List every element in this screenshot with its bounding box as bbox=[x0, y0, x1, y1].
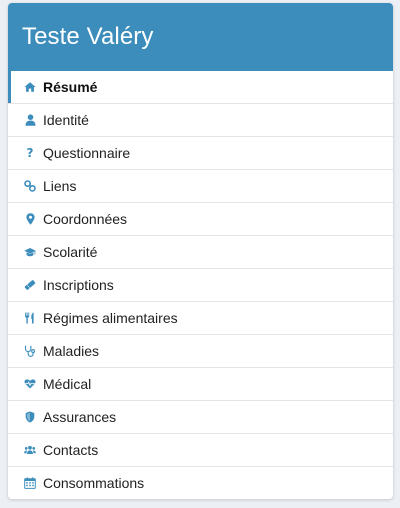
users-icon bbox=[24, 444, 36, 456]
user-icon bbox=[24, 114, 36, 126]
question-icon: ? bbox=[26, 146, 34, 160]
sidebar-item-label: Contacts bbox=[43, 442, 99, 458]
sidebar-item-label: Coordonnées bbox=[43, 211, 128, 227]
sidebar-item-label: Maladies bbox=[43, 343, 100, 359]
sidebar-item-assurances[interactable]: Assurances bbox=[8, 401, 393, 434]
sidebar-menu: Résumé Identité ? Questionnaire Liens Co… bbox=[8, 71, 393, 499]
sidebar-item-questionnaire[interactable]: ? Questionnaire bbox=[8, 137, 393, 170]
sidebar-item-label: Identité bbox=[43, 112, 89, 128]
sidebar-item-regimes-alimentaires[interactable]: Régimes alimentaires bbox=[8, 302, 393, 335]
heartbeat-icon bbox=[24, 378, 36, 390]
sidebar-item-label: Questionnaire bbox=[43, 145, 131, 161]
sidebar-item-label: Résumé bbox=[43, 79, 98, 95]
sidebar-item-contacts[interactable]: Contacts bbox=[8, 434, 393, 467]
sidebar-item-label: Médical bbox=[43, 376, 92, 392]
sidebar-item-label: Consommations bbox=[43, 475, 145, 491]
link-icon bbox=[24, 180, 36, 192]
graduation-cap-icon bbox=[24, 246, 36, 258]
home-icon bbox=[24, 81, 36, 93]
sidebar-item-liens[interactable]: Liens bbox=[8, 170, 393, 203]
family-menu-panel: Teste Valéry Résumé Identité ? Questionn… bbox=[8, 3, 393, 499]
sidebar-item-label: Assurances bbox=[43, 409, 117, 425]
shield-icon bbox=[24, 411, 36, 423]
stethoscope-icon bbox=[24, 345, 36, 357]
sidebar-item-coordonnees[interactable]: Coordonnées bbox=[8, 203, 393, 236]
sidebar-item-inscriptions[interactable]: Inscriptions bbox=[8, 269, 393, 302]
sidebar-item-label: Scolarité bbox=[43, 244, 98, 260]
sidebar-item-identite[interactable]: Identité bbox=[8, 104, 393, 137]
calendar-icon bbox=[24, 477, 36, 489]
utensils-icon bbox=[24, 312, 36, 324]
sidebar-item-medical[interactable]: Médical bbox=[8, 368, 393, 401]
page-title: Teste Valéry bbox=[22, 23, 154, 50]
sidebar-item-label: Inscriptions bbox=[43, 277, 114, 293]
sidebar-item-consommations[interactable]: Consommations bbox=[8, 467, 393, 499]
panel-header: Teste Valéry bbox=[8, 3, 393, 71]
ticket-icon bbox=[24, 279, 36, 291]
map-marker-icon bbox=[24, 213, 36, 225]
sidebar-item-maladies[interactable]: Maladies bbox=[8, 335, 393, 368]
sidebar-item-scolarite[interactable]: Scolarité bbox=[8, 236, 393, 269]
sidebar-item-label: Régimes alimentaires bbox=[43, 310, 178, 326]
sidebar-item-label: Liens bbox=[43, 178, 77, 194]
sidebar-item-resume[interactable]: Résumé bbox=[8, 71, 393, 104]
